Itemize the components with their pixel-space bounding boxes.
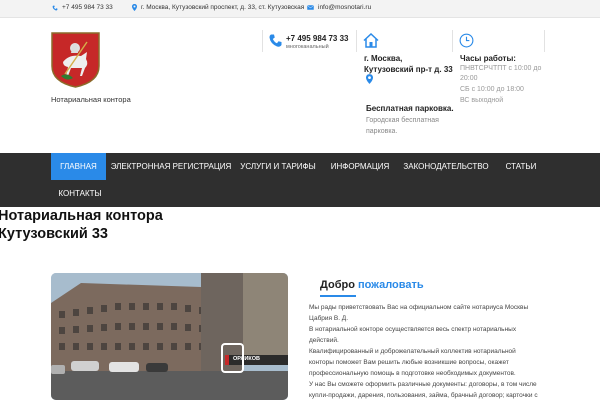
nav-item-legislation[interactable]: ЗАКОНОДАТЕЛЬСТВО xyxy=(398,153,494,180)
welcome-underline xyxy=(320,295,356,297)
welcome-heading: Добро пожаловать xyxy=(320,279,424,291)
header-address-line: г. Москва, xyxy=(364,54,403,63)
header-phone-sub: многоканальный xyxy=(286,44,329,50)
play-button[interactable] xyxy=(221,343,244,373)
mail-icon xyxy=(307,5,314,10)
moscow-coat-of-arms-logo[interactable] xyxy=(51,32,100,88)
page-title-line: Нотариальная контора xyxy=(0,208,163,224)
welcome-text-line: конторы поможет Вам решить любые возникш… xyxy=(309,359,509,366)
nav-item-articles[interactable]: СТАТЬИ xyxy=(500,153,542,180)
main-nav: ГЛАВНАЯ ЭЛЕКТРОННАЯ РЕГИСТРАЦИЯ УСЛУГИ И… xyxy=(0,153,600,207)
nav-item-services[interactable]: УСЛУГИ И ТАРИФЫ xyxy=(236,153,320,180)
header-divider xyxy=(452,30,453,52)
nav-item-contacts[interactable]: КОНТАКТЫ xyxy=(51,180,109,207)
home-icon xyxy=(363,33,379,48)
hours-line: ПНВТСРЧТПТ с 10:00 до xyxy=(460,65,542,72)
parking-title: Бесплатная парковка. xyxy=(366,104,454,113)
topbar-phone-text: +7 495 984 73 33 xyxy=(62,4,113,11)
nav-item-information[interactable]: ИНФОРМАЦИЯ xyxy=(326,153,394,180)
map-pin-icon xyxy=(366,74,373,84)
welcome-text-line: профессиональную помощь в подготовке нео… xyxy=(309,370,516,377)
hours-line: 20:00 xyxy=(460,75,478,82)
page-title-line: Кутузовский 33 xyxy=(0,226,108,242)
office-video-thumbnail[interactable]: ОРЛИКОВ xyxy=(51,273,288,400)
topbar-email[interactable]: info@mosnotari.ru xyxy=(307,4,371,11)
welcome-title: Добро xyxy=(320,279,355,291)
welcome-text-line: Цабрия В. Д. xyxy=(309,315,349,322)
welcome-text-line: Квалифицированный и доброжелательный кол… xyxy=(309,348,516,355)
header-divider xyxy=(262,30,263,52)
topbar-address: г. Москва, Кутузовский проспект, д. 33, … xyxy=(132,4,304,11)
header-divider xyxy=(356,30,357,52)
parking-subtitle: Городская бесплатная парковка. xyxy=(366,117,439,135)
phone-icon xyxy=(269,34,282,47)
topbar-email-text: info@mosnotari.ru xyxy=(318,4,372,11)
hours-line: СБ с 10:00 до 18:00 xyxy=(460,86,524,93)
header-address-line: Кутузовский пр-т д. 33 xyxy=(364,65,453,74)
topbar-address-text: г. Москва, Кутузовский проспект, д. 33, … xyxy=(141,4,305,11)
map-pin-icon xyxy=(132,4,137,11)
welcome-text-line: действий. xyxy=(309,337,339,344)
welcome-title-highlight: пожаловать xyxy=(357,279,424,291)
org-name: Нотариальная контора xyxy=(51,95,131,104)
top-info-bar: +7 495 984 73 33 г. Москва, Кутузовский … xyxy=(0,0,600,18)
welcome-text-line: Мы рады приветствовать Вас на официально… xyxy=(309,304,529,311)
welcome-text-line: У нас Вы сможете оформить различные доку… xyxy=(309,381,537,388)
page-title: Нотариальная контора Кутузовский 33 xyxy=(0,207,163,243)
clock-icon xyxy=(459,33,474,48)
phone-icon xyxy=(52,5,58,10)
hours-title: Часы работы: xyxy=(460,54,516,63)
welcome-text-line: купли-продажи, дарения, пользования, зай… xyxy=(309,392,538,399)
header-phone[interactable]: +7 495 984 73 33 xyxy=(286,34,349,43)
header-divider xyxy=(544,30,545,52)
topbar-phone[interactable]: +7 495 984 73 33 xyxy=(52,4,113,11)
welcome-text-line: В нотариальной конторе осуществляется ве… xyxy=(309,326,517,333)
hours-line: ВС выходной xyxy=(460,97,504,104)
nav-item-e-registration[interactable]: ЭЛЕКТРОННАЯ РЕГИСТРАЦИЯ xyxy=(110,153,232,180)
building-street-photo xyxy=(51,273,288,400)
header-address: г. Москва, Кутузовский пр-т д. 33 xyxy=(364,53,454,75)
nav-item-home[interactable]: ГЛАВНАЯ xyxy=(51,153,106,180)
